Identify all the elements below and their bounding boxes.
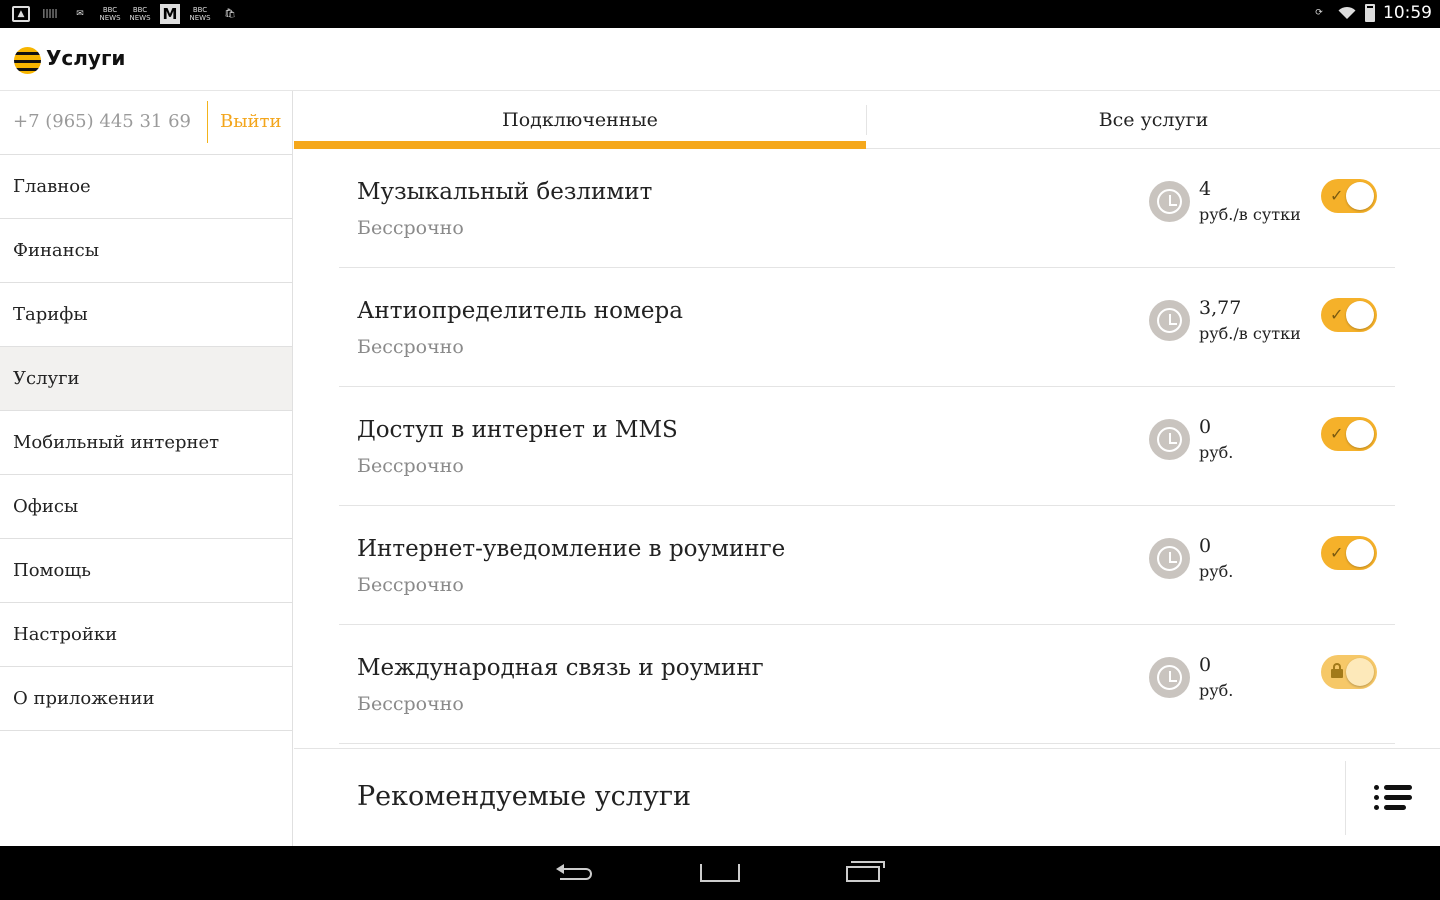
- service-term: Бессрочно: [357, 693, 464, 715]
- service-toggle-locked[interactable]: [1321, 655, 1377, 689]
- service-price: 0: [1199, 416, 1212, 438]
- tab-bar: Подключенные Все услуги: [294, 91, 1440, 149]
- service-toggle[interactable]: ✓: [1321, 536, 1377, 570]
- toggle-knob: [1346, 539, 1374, 567]
- page-title: Услуги: [46, 46, 126, 70]
- list-icon[interactable]: [1374, 784, 1412, 812]
- toggle-knob: [1346, 301, 1374, 329]
- clock-history-icon[interactable]: [1149, 538, 1190, 579]
- recommended-services-title: Рекомендуемые услуги: [357, 781, 691, 812]
- main-content: Подключенные Все услуги Музыкальный безл…: [294, 91, 1440, 846]
- service-row[interactable]: Доступ в интернет и MMS Бессрочно 0 руб.…: [339, 387, 1395, 506]
- lock-icon: [1331, 663, 1343, 678]
- tab-indicator: [294, 141, 866, 149]
- recent-apps-icon[interactable]: [846, 861, 885, 882]
- logout-button[interactable]: Выйти: [220, 111, 282, 132]
- service-name: Музыкальный безлимит: [357, 179, 653, 205]
- clock-history-icon[interactable]: [1149, 181, 1190, 222]
- gmail-icon: ✉: [76, 8, 84, 19]
- barcode-icon: |||||: [42, 8, 58, 19]
- service-term: Бессрочно: [357, 574, 464, 596]
- services-list: Музыкальный безлимит Бессрочно 4 руб./в …: [339, 149, 1395, 744]
- bbc-news-icon: BBC NEWS: [189, 6, 211, 22]
- service-price: 4: [1199, 178, 1212, 200]
- m-app-icon: M: [160, 4, 180, 24]
- service-toggle[interactable]: ✓: [1321, 179, 1377, 213]
- account-divider: [207, 101, 208, 143]
- service-price-unit: руб.: [1199, 562, 1234, 581]
- sidebar-item-finance[interactable]: Финансы: [0, 219, 292, 283]
- service-price: 3,77: [1199, 297, 1242, 319]
- toggle-knob: [1346, 658, 1374, 686]
- service-row[interactable]: Музыкальный безлимит Бессрочно 4 руб./в …: [339, 149, 1395, 268]
- check-icon: ✓: [1330, 543, 1344, 562]
- clock-history-icon[interactable]: [1149, 657, 1190, 698]
- service-term: Бессрочно: [357, 455, 464, 477]
- service-name: Антиопределитель номера: [357, 298, 683, 324]
- account-row: +7 (965) 445 31 69 Выйти: [0, 91, 292, 155]
- service-price: 0: [1199, 535, 1212, 557]
- toggle-knob: [1346, 182, 1374, 210]
- sidebar-item-about[interactable]: О приложении: [0, 667, 292, 731]
- sidebar-item-main[interactable]: Главное: [0, 155, 292, 219]
- service-name: Международная связь и роуминг: [357, 655, 764, 681]
- home-icon[interactable]: [700, 864, 740, 882]
- recommended-services-bar[interactable]: Рекомендуемые услуги: [294, 748, 1440, 846]
- service-name: Доступ в интернет и MMS: [357, 417, 678, 443]
- system-navigation-bar: [0, 846, 1440, 900]
- app-bar: Услуги: [0, 28, 1440, 91]
- sidebar-item-tariffs[interactable]: Тарифы: [0, 283, 292, 347]
- bbc-news-icon: BBC NEWS: [99, 6, 121, 22]
- phone-number: +7 (965) 445 31 69: [13, 111, 191, 132]
- wifi-icon: [1337, 5, 1357, 21]
- back-icon[interactable]: [556, 862, 596, 884]
- beeline-logo-icon[interactable]: [14, 47, 41, 74]
- service-price-unit: руб./в сутки: [1199, 205, 1301, 224]
- sidebar-item-mobile-internet[interactable]: Мобильный интернет: [0, 411, 292, 475]
- sidebar-item-offices[interactable]: Офисы: [0, 475, 292, 539]
- service-price-unit: руб.: [1199, 681, 1234, 700]
- service-term: Бессрочно: [357, 336, 464, 358]
- sidebar-item-settings[interactable]: Настройки: [0, 603, 292, 667]
- notification-icons: ▲ ||||| ✉ BBC NEWS BBC NEWS M BBC NEWS 🛍: [12, 4, 240, 24]
- rotate-icon: ⟳: [1315, 7, 1323, 18]
- service-row[interactable]: Интернет-уведомление в роуминге Бессрочн…: [339, 506, 1395, 625]
- clock: 10:59: [1383, 3, 1432, 23]
- clock-history-icon[interactable]: [1149, 419, 1190, 460]
- check-icon: ✓: [1330, 424, 1344, 443]
- service-row[interactable]: Антиопределитель номера Бессрочно 3,77 р…: [339, 268, 1395, 387]
- bbc-news-icon: BBC NEWS: [129, 6, 151, 22]
- service-toggle[interactable]: ✓: [1321, 298, 1377, 332]
- check-icon: ✓: [1330, 305, 1344, 324]
- service-toggle[interactable]: ✓: [1321, 417, 1377, 451]
- tab-all-services[interactable]: Все услуги: [867, 91, 1440, 149]
- status-bar: ▲ ||||| ✉ BBC NEWS BBC NEWS M BBC NEWS 🛍 ⟳ …: [0, 0, 1440, 28]
- check-icon: ✓: [1330, 186, 1344, 205]
- service-name: Интернет-уведомление в роуминге: [357, 536, 786, 562]
- sidebar-item-services[interactable]: Услуги: [0, 347, 292, 411]
- store-icon: 🛍: [224, 8, 236, 19]
- sidebar-item-help[interactable]: Помощь: [0, 539, 292, 603]
- system-indicators: ⟳ 10:59: [1309, 3, 1432, 23]
- image-icon: ▲: [12, 6, 30, 22]
- battery-icon: [1365, 4, 1375, 22]
- toggle-knob: [1346, 420, 1374, 448]
- recommended-divider: [1345, 761, 1346, 835]
- clock-history-icon[interactable]: [1149, 300, 1190, 341]
- service-price-unit: руб./в сутки: [1199, 324, 1301, 343]
- service-price-unit: руб.: [1199, 443, 1234, 462]
- sidebar: +7 (965) 445 31 69 Выйти Главное Финансы…: [0, 91, 293, 846]
- service-row[interactable]: Международная связь и роуминг Бессрочно …: [339, 625, 1395, 744]
- service-term: Бессрочно: [357, 217, 464, 239]
- service-price: 0: [1199, 654, 1212, 676]
